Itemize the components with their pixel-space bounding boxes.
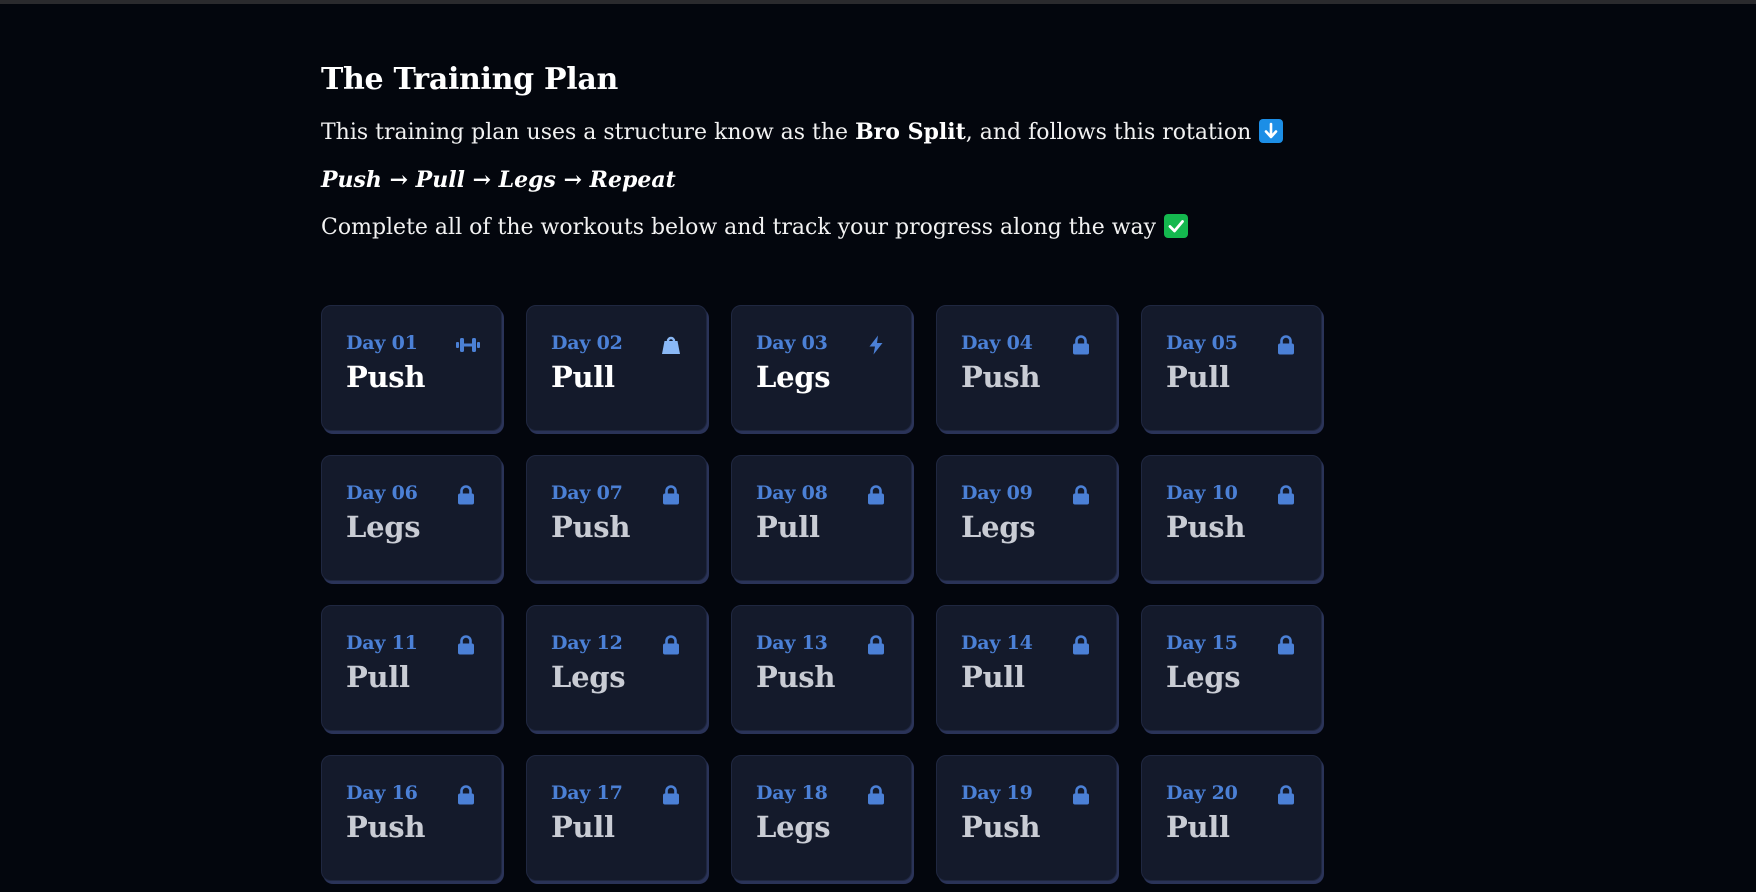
day-card[interactable]: Day 01 Push (321, 305, 502, 431)
lock-icon (865, 484, 887, 506)
day-card[interactable]: Day 17 Pull (526, 755, 707, 881)
day-card[interactable]: Day 11 Pull (321, 605, 502, 731)
day-label: Day 07 (551, 482, 623, 504)
intro-paragraph: This training plan uses a structure know… (321, 108, 1441, 156)
workout-type: Legs (346, 510, 421, 544)
lock-icon (865, 784, 887, 806)
workout-type: Pull (346, 660, 410, 694)
day-label: Day 03 (756, 332, 828, 354)
day-card[interactable]: Day 14 Pull (936, 605, 1117, 731)
day-card[interactable]: Day 02 Pull (526, 305, 707, 431)
day-label: Day 05 (1166, 332, 1238, 354)
workout-type: Pull (551, 360, 615, 394)
day-label: Day 01 (346, 332, 418, 354)
lock-icon (1070, 784, 1092, 806)
lock-icon (455, 484, 477, 506)
workout-type: Push (756, 660, 836, 694)
day-card[interactable]: Day 19 Push (936, 755, 1117, 881)
lock-icon (1070, 334, 1092, 356)
day-label: Day 13 (756, 632, 828, 654)
day-label: Day 15 (1166, 632, 1238, 654)
workout-type: Push (551, 510, 631, 544)
workout-type: Pull (756, 510, 820, 544)
lock-icon (1070, 634, 1092, 656)
lock-icon (865, 634, 887, 656)
day-label: Day 19 (961, 782, 1033, 804)
down-arrow-icon (1259, 119, 1284, 143)
day-label: Day 02 (551, 332, 623, 354)
instruction-text: Complete all of the workouts below and t… (321, 215, 1157, 240)
workout-type: Legs (756, 810, 831, 844)
workout-type: Pull (551, 810, 615, 844)
day-label: Day 14 (961, 632, 1033, 654)
intro-text-after: , and follows this rotation (965, 120, 1252, 145)
day-label: Day 20 (1166, 782, 1238, 804)
bro-split-label: Bro Split (855, 119, 966, 145)
day-label: Day 04 (961, 332, 1033, 354)
day-card[interactable]: Day 04 Push (936, 305, 1117, 431)
day-card[interactable]: Day 16 Push (321, 755, 502, 881)
intro-text-before: This training plan uses a structure know… (321, 120, 856, 145)
workout-type: Legs (551, 660, 626, 694)
workout-type: Pull (1166, 360, 1230, 394)
day-card[interactable]: Day 06 Legs (321, 455, 502, 581)
workout-type: Legs (756, 360, 831, 394)
day-label: Day 09 (961, 482, 1033, 504)
workout-type: Legs (961, 510, 1036, 544)
day-label: Day 08 (756, 482, 828, 504)
training-plan-intro: The Training Plan This training plan use… (321, 52, 1441, 252)
day-card[interactable]: Day 12 Legs (526, 605, 707, 731)
workout-type: Push (961, 360, 1041, 394)
workout-type: Pull (1166, 810, 1230, 844)
day-label: Day 10 (1166, 482, 1238, 504)
day-card[interactable]: Day 03 Legs (731, 305, 912, 431)
day-label: Day 16 (346, 782, 418, 804)
workout-type: Legs (1166, 660, 1241, 694)
day-card[interactable]: Day 08 Pull (731, 455, 912, 581)
day-card[interactable]: Day 13 Push (731, 605, 912, 731)
lock-icon (660, 634, 682, 656)
day-card[interactable]: Day 09 Legs (936, 455, 1117, 581)
window-top-border (0, 0, 1756, 4)
lock-icon (1275, 784, 1297, 806)
lightning-bolt-icon (865, 334, 887, 356)
lock-icon (455, 634, 477, 656)
workout-type: Pull (961, 660, 1025, 694)
lock-icon (1275, 634, 1297, 656)
lock-icon (660, 784, 682, 806)
workout-type: Push (346, 360, 426, 394)
day-label: Day 06 (346, 482, 418, 504)
instruction-paragraph: Complete all of the workouts below and t… (321, 204, 1441, 252)
day-card[interactable]: Day 10 Push (1141, 455, 1322, 581)
day-card[interactable]: Day 07 Push (526, 455, 707, 581)
lock-icon (1070, 484, 1092, 506)
lock-icon (455, 784, 477, 806)
check-mark-icon (1164, 214, 1189, 238)
rotation-sequence: Push → Pull → Legs → Repeat (321, 167, 676, 193)
page-title: The Training Plan (321, 62, 618, 97)
day-label: Day 17 (551, 782, 623, 804)
lock-icon (660, 484, 682, 506)
weight-bag-icon (660, 334, 682, 356)
day-card[interactable]: Day 15 Legs (1141, 605, 1322, 731)
lock-icon (1275, 334, 1297, 356)
day-label: Day 12 (551, 632, 623, 654)
dumbbell-icon (455, 334, 480, 356)
day-card[interactable]: Day 05 Pull (1141, 305, 1322, 431)
lock-icon (1275, 484, 1297, 506)
day-label: Day 11 (346, 632, 418, 654)
workout-type: Push (1166, 510, 1246, 544)
workout-type: Push (346, 810, 426, 844)
day-card[interactable]: Day 18 Legs (731, 755, 912, 881)
workout-type: Push (961, 810, 1041, 844)
day-label: Day 18 (756, 782, 828, 804)
day-card[interactable]: Day 20 Pull (1141, 755, 1322, 881)
